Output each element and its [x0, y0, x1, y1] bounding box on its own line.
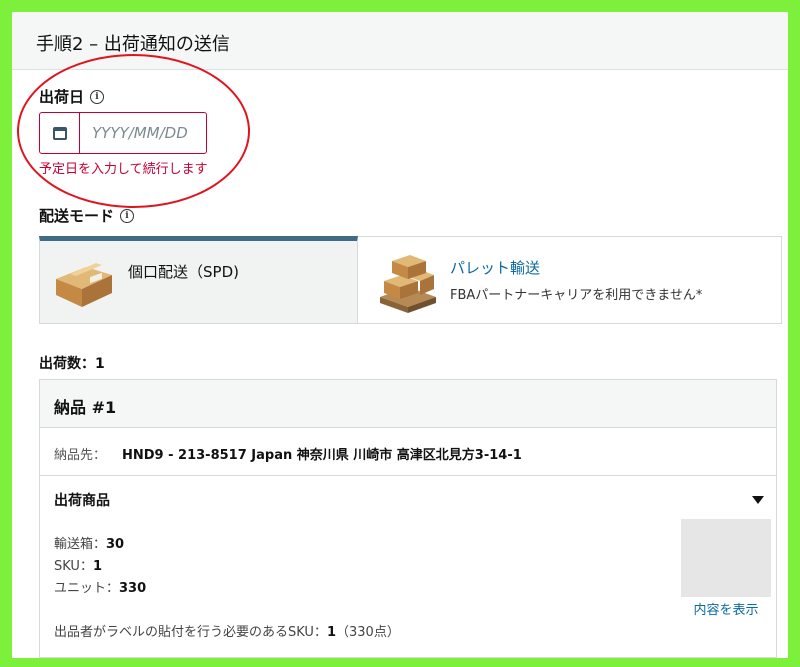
destination-label: 納品先： [54, 448, 107, 463]
sku-stat: SKU：1 [54, 555, 102, 574]
mode-option-pallet-subtitle: FBAパートナーキャリアを利用できません* [450, 288, 703, 303]
shipping-workflow-panel: 手順2 – 出荷通知の送信 出荷日 i YYYY/MM/DD 予定日を入力して続… [12, 12, 788, 658]
destination-row: 納品先： HND9 - 213-8517 Japan 神奈川県 川崎市 高津区北… [40, 428, 776, 476]
label-note-value: 1 [326, 625, 336, 640]
shipping-mode-label: 配送モード [39, 207, 115, 225]
shipment-count: 出荷数：1 [39, 356, 105, 372]
units-value: 330 [119, 581, 147, 596]
boxes-label: 輸送箱： [54, 537, 107, 552]
show-contents-link[interactable]: 内容を表示 [681, 599, 771, 618]
pallet-boxes-icon [380, 255, 436, 313]
destination-value: HND9 - 213-8517 Japan 神奈川県 川崎市 高津区北見方3-1… [122, 448, 522, 463]
sku-value: 1 [92, 559, 102, 574]
label-note-prefix: 出品者がラベルの貼付を行う必要のあるSKU： [54, 625, 327, 640]
units-label: ユニット： [54, 581, 120, 596]
boxes-stat: 輸送箱：30 [54, 533, 124, 552]
step-title: 手順2 – 出荷通知の送信 [36, 34, 230, 55]
boxes-value: 30 [106, 537, 125, 552]
mode-option-pallet[interactable]: パレット輸送 FBAパートナーキャリアを利用できません* [358, 236, 782, 324]
mode-option-pallet-title: パレット輸送 [450, 259, 541, 277]
units-stat: ユニット：330 [54, 577, 146, 596]
label-note-suffix: （330点） [336, 625, 400, 640]
products-title: 出荷商品 [54, 493, 110, 509]
info-icon[interactable]: i [120, 208, 135, 223]
collapse-caret-icon[interactable] [752, 496, 764, 504]
shipment-card-title: 納品 #1 [54, 398, 117, 417]
shipment-card-header: 納品 #1 [40, 380, 776, 428]
product-thumbnail [681, 519, 771, 597]
parcel-box-icon [56, 263, 112, 307]
mode-option-spd-title: 個口配送（SPD) [128, 263, 239, 281]
label-required-note: 出品者がラベルの貼付を行う必要のあるSKU：1（330点） [54, 621, 400, 640]
annotation-ellipse [17, 54, 250, 208]
shipment-card: 納品 #1 納品先： HND9 - 213-8517 Japan 神奈川県 川崎… [39, 379, 777, 658]
mode-option-spd[interactable]: 個口配送（SPD) [39, 236, 358, 324]
shipping-mode-label-row: 配送モード i [39, 205, 135, 226]
sku-label: SKU： [54, 559, 93, 574]
